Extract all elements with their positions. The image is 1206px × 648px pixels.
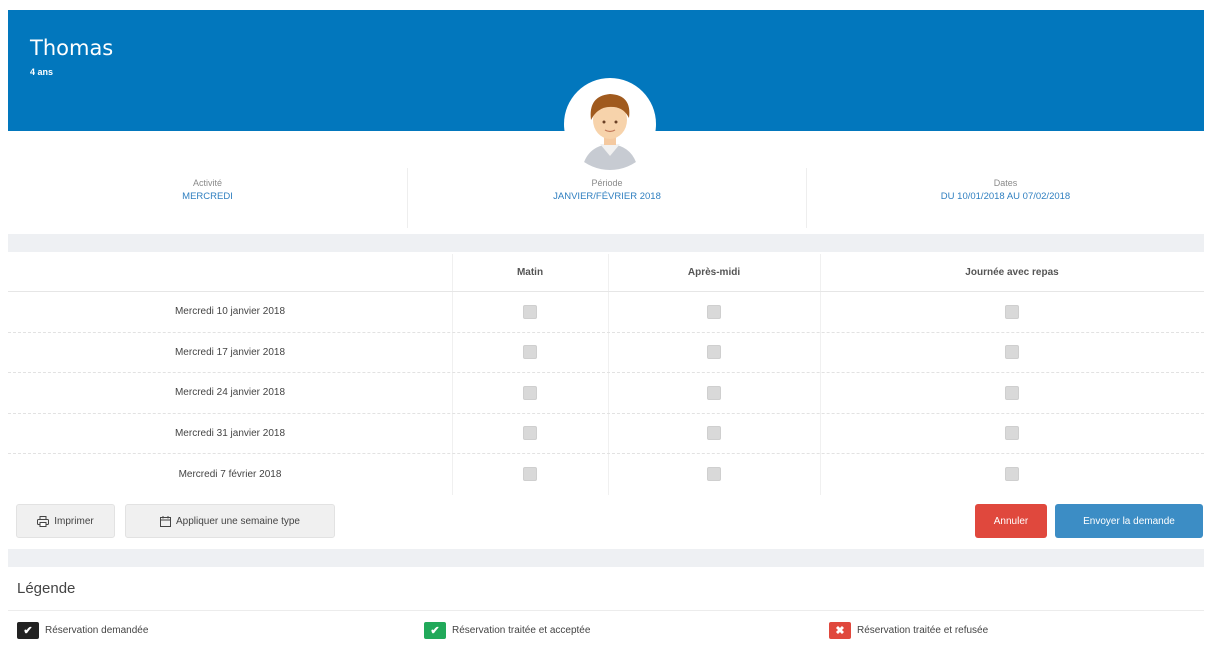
morning-checkbox[interactable] (523, 345, 537, 360)
table-row: Mercredi 10 janvier 2018 (8, 292, 1204, 333)
send-request-button[interactable]: Envoyer la demande (1055, 504, 1203, 538)
row-date: Mercredi 7 février 2018 (178, 468, 282, 480)
column-header-morning: Matin (516, 267, 544, 278)
row-date: Mercredi 10 janvier 2018 (174, 306, 286, 318)
dates-value: DU 10/01/2018 AU 07/02/2018 (940, 191, 1071, 202)
legend-label: Réservation traitée et acceptée (452, 625, 591, 636)
calendar-icon (160, 515, 171, 527)
full-day-checkbox[interactable] (1005, 467, 1019, 482)
table-row: Mercredi 24 janvier 2018 (8, 373, 1204, 414)
full-day-checkbox[interactable] (1005, 426, 1019, 441)
column-header-afternoon: Après-midi (687, 267, 741, 278)
afternoon-checkbox[interactable] (707, 345, 721, 360)
child-name: Thomas (30, 36, 114, 60)
morning-checkbox[interactable] (523, 304, 537, 319)
activity-value: MERCREDI (182, 191, 233, 202)
check-icon: ✔ (17, 622, 39, 639)
legend-item-refused: ✖ Réservation traitée et refusée (829, 622, 988, 639)
reservation-table: Matin Après-midi Journée avec repas Merc… (8, 254, 1204, 495)
print-button[interactable]: Imprimer (16, 504, 115, 538)
period-label: Période (591, 178, 623, 188)
child-age: 4 ans (30, 67, 54, 77)
apply-week-template-button[interactable]: Appliquer une semaine type (125, 504, 335, 538)
row-date: Mercredi 31 janvier 2018 (174, 427, 286, 439)
row-date: Mercredi 17 janvier 2018 (174, 346, 286, 358)
print-label: Imprimer (54, 515, 94, 527)
column-header-full-day: Journée avec repas (965, 267, 1059, 278)
morning-checkbox[interactable] (523, 385, 537, 400)
printer-icon (37, 515, 50, 527)
activity-info: Activité MERCREDI (8, 168, 407, 228)
activity-info-row: Activité MERCREDI Période JANVIER/FÉVRIE… (8, 168, 1204, 228)
cancel-button[interactable]: Annuler (975, 504, 1047, 538)
table-row: Mercredi 7 février 2018 (8, 454, 1204, 495)
child-avatar-icon (582, 94, 638, 170)
x-icon: ✖ (829, 622, 851, 639)
legend-title: Légende (17, 580, 76, 597)
period-info: Période JANVIER/FÉVRIER 2018 (407, 168, 806, 228)
full-day-checkbox[interactable] (1005, 304, 1019, 319)
activity-label: Activité (192, 178, 222, 188)
afternoon-checkbox[interactable] (707, 426, 721, 441)
morning-checkbox[interactable] (523, 426, 537, 441)
legend-label: Réservation traitée et refusée (857, 625, 989, 636)
dates-info: Dates DU 10/01/2018 AU 07/02/2018 (806, 168, 1204, 228)
dates-label: Dates (993, 178, 1018, 188)
section-divider (8, 234, 1204, 252)
check-icon: ✔ (424, 622, 446, 639)
full-day-checkbox[interactable] (1005, 345, 1019, 360)
table-header-row: Matin Après-midi Journée avec repas (8, 254, 1204, 292)
full-day-checkbox[interactable] (1005, 385, 1019, 400)
legend-item-requested: ✔ Réservation demandée (17, 622, 148, 639)
row-date: Mercredi 24 janvier 2018 (174, 387, 286, 399)
legend-item-accepted: ✔ Réservation traitée et acceptée (424, 622, 590, 639)
section-divider (8, 549, 1204, 567)
afternoon-checkbox[interactable] (707, 467, 721, 482)
apply-week-label: Appliquer une semaine type (176, 515, 300, 527)
table-row: Mercredi 17 janvier 2018 (8, 333, 1204, 373)
period-value: JANVIER/FÉVRIER 2018 (553, 191, 661, 202)
morning-checkbox[interactable] (523, 467, 537, 482)
legend-divider (8, 610, 1204, 611)
afternoon-checkbox[interactable] (707, 385, 721, 400)
table-row: Mercredi 31 janvier 2018 (8, 414, 1204, 454)
legend-label: Réservation demandée (45, 625, 149, 636)
afternoon-checkbox[interactable] (707, 304, 721, 319)
avatar (564, 78, 656, 170)
